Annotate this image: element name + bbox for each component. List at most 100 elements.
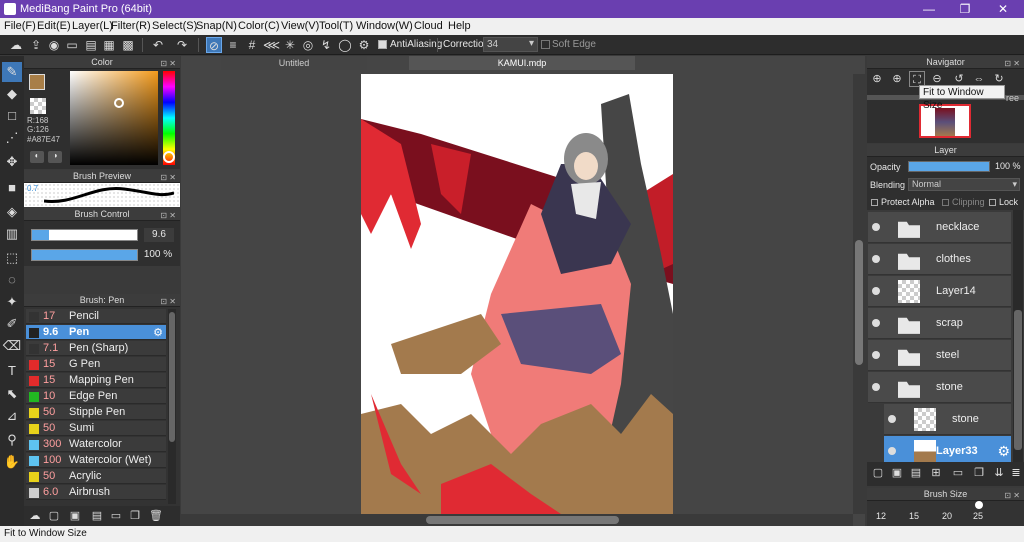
brush-item[interactable]: 50 Sumi bbox=[26, 421, 166, 436]
brush-size-25[interactable]: 25 bbox=[973, 511, 983, 521]
speech-bubble-icon[interactable]: ▭ bbox=[64, 37, 80, 53]
visibility-eye-icon[interactable] bbox=[872, 319, 880, 327]
visibility-eye-icon[interactable] bbox=[872, 383, 880, 391]
grid-snap-icon[interactable]: # bbox=[244, 37, 260, 53]
radial-snap-icon[interactable]: ✳ bbox=[282, 37, 298, 53]
new-brush-icon[interactable]: ▢ bbox=[46, 508, 62, 524]
zoom-in-alt-icon[interactable]: ⊕ bbox=[889, 71, 905, 87]
menu-select[interactable]: Select(S) bbox=[152, 20, 197, 32]
tab-untitled[interactable]: Untitled bbox=[221, 56, 367, 70]
brush-item[interactable]: 10 Edge Pen bbox=[26, 389, 166, 404]
saturation-value-picker[interactable] bbox=[70, 71, 158, 165]
layer-more-icon[interactable]: ≣ bbox=[1008, 465, 1024, 481]
operation-tool-icon[interactable]: ⬉ bbox=[2, 384, 22, 404]
layer-row[interactable]: clothes bbox=[868, 244, 1011, 275]
menu-window[interactable]: Window(W) bbox=[356, 20, 413, 32]
visibility-eye-icon[interactable] bbox=[888, 447, 896, 455]
menu-snap[interactable]: Snap(N) bbox=[196, 20, 237, 32]
layer-row[interactable]: Layer14 bbox=[868, 276, 1011, 307]
tab-kamui[interactable]: KAMUI.mdp bbox=[409, 56, 635, 70]
snap-off-icon[interactable]: ⊘ bbox=[206, 37, 222, 53]
add-brush-icon[interactable]: ▣ bbox=[67, 508, 83, 524]
select-pen-icon[interactable]: ✐ bbox=[2, 314, 22, 334]
document-icon[interactable]: ▤ bbox=[83, 37, 99, 53]
transparent-color-swatch[interactable] bbox=[30, 98, 46, 114]
brush-tool-icon[interactable]: ✎ bbox=[2, 62, 22, 82]
select-eraser-icon[interactable]: ⌫ bbox=[2, 336, 22, 356]
brush-item[interactable]: 100 Watercolor (Wet) bbox=[26, 453, 166, 468]
close-button[interactable]: ✕ bbox=[986, 0, 1020, 18]
zoom-in-icon[interactable]: ⊕ bbox=[869, 71, 885, 87]
brush-item[interactable]: 17 Pencil bbox=[26, 309, 166, 324]
visibility-eye-icon[interactable] bbox=[888, 415, 896, 423]
brush-folder-icon[interactable]: ▭ bbox=[108, 508, 124, 524]
picker-cursor[interactable] bbox=[114, 98, 124, 108]
gear-icon[interactable]: ⚙ bbox=[153, 326, 163, 339]
restore-button[interactable]: ❐ bbox=[948, 0, 982, 18]
brush-size-20[interactable]: 20 bbox=[942, 511, 952, 521]
brush-opacity-value[interactable]: 100 % bbox=[140, 248, 176, 262]
upload-icon[interactable]: ⇪ bbox=[28, 37, 44, 53]
brush-size-value[interactable]: 9.6 bbox=[144, 228, 174, 242]
palette-icon[interactable]: ◐ bbox=[30, 151, 44, 163]
visibility-eye-icon[interactable] bbox=[872, 351, 880, 359]
vertical-scrollbar[interactable] bbox=[853, 74, 865, 514]
parallel-snap-icon[interactable]: ≡ bbox=[225, 37, 241, 53]
move-tool-icon[interactable]: ✥ bbox=[2, 152, 22, 172]
minimize-button[interactable]: — bbox=[912, 0, 946, 18]
horizontal-scrollbar[interactable] bbox=[181, 514, 853, 526]
eyedropper-icon[interactable]: ⚲ bbox=[2, 430, 22, 450]
eraser-tool-icon[interactable]: ◆ bbox=[2, 84, 22, 104]
visibility-eye-icon[interactable] bbox=[872, 223, 880, 231]
menu-tool[interactable]: Tool(T) bbox=[319, 20, 353, 32]
lasso-icon[interactable]: ◌ bbox=[2, 270, 22, 290]
brush-size-12[interactable]: 12 bbox=[876, 511, 886, 521]
brush-size-slider[interactable] bbox=[31, 229, 138, 241]
circle-snap-icon[interactable]: ◎ bbox=[300, 37, 316, 53]
brush-item[interactable]: 300 Watercolor bbox=[26, 437, 166, 452]
text-tool-icon[interactable]: T bbox=[2, 361, 22, 381]
protect-alpha-checkbox[interactable] bbox=[871, 199, 878, 206]
undo-icon[interactable]: ↶ bbox=[150, 37, 166, 53]
menu-help[interactable]: Help bbox=[448, 20, 471, 32]
layer-row[interactable]: stone bbox=[868, 372, 1011, 403]
divide-tool-icon[interactable]: ⊿ bbox=[2, 406, 22, 426]
settings-icon[interactable]: ⚙ bbox=[356, 37, 372, 53]
ellipse-snap-icon[interactable]: ◯ bbox=[337, 37, 353, 53]
layer-scrollbar[interactable] bbox=[1013, 210, 1023, 462]
perspective-snap-icon[interactable]: ⋘ bbox=[263, 37, 280, 53]
bucket-tool-icon[interactable]: ◈ bbox=[2, 202, 22, 222]
eyedrop-small-icon[interactable]: ◑ bbox=[48, 151, 62, 163]
primary-color-swatch[interactable] bbox=[29, 74, 45, 90]
layer-image-icon[interactable]: ▤ bbox=[908, 465, 924, 481]
brush-item[interactable]: 15 Mapping Pen bbox=[26, 373, 166, 388]
comment-icon[interactable]: ◉ bbox=[46, 37, 62, 53]
menu-layer[interactable]: Layer(L) bbox=[72, 20, 113, 32]
visibility-eye-icon[interactable] bbox=[872, 255, 880, 263]
menu-filter[interactable]: Filter(R) bbox=[111, 20, 151, 32]
brush-item[interactable]: 15 G Pen bbox=[26, 357, 166, 372]
menu-view[interactable]: View(V) bbox=[281, 20, 319, 32]
hand-tool-icon[interactable]: ✋ bbox=[2, 452, 22, 472]
layer-add-menu-icon[interactable]: ⊞ bbox=[928, 465, 944, 481]
select-rect-icon[interactable]: ⬚ bbox=[2, 248, 22, 268]
brush-item[interactable]: 50 Stipple Pen bbox=[26, 405, 166, 420]
layer-row[interactable]: necklace bbox=[868, 212, 1011, 243]
brush-item[interactable]: 9.6 Pen ⚙ bbox=[26, 325, 166, 340]
clipping-checkbox[interactable] bbox=[942, 199, 949, 206]
layer-row[interactable]: scrap bbox=[868, 308, 1011, 339]
correction-select[interactable]: 34 ▾ bbox=[483, 37, 538, 52]
brush-settings-icon[interactable]: ▤ bbox=[89, 508, 105, 524]
visibility-eye-icon[interactable] bbox=[872, 287, 880, 295]
curve-snap-icon[interactable]: ↯ bbox=[318, 37, 334, 53]
duplicate-brush-icon[interactable]: ❐ bbox=[127, 508, 143, 524]
brush-item[interactable]: 7.1 Pen (Sharp) bbox=[26, 341, 166, 356]
drawing-canvas[interactable] bbox=[361, 74, 673, 514]
menu-edit[interactable]: Edit(E) bbox=[37, 20, 71, 32]
magic-wand-icon[interactable]: ✦ bbox=[2, 292, 22, 312]
brush-list-scrollbar[interactable] bbox=[168, 309, 176, 504]
brush-opacity-slider[interactable] bbox=[31, 249, 138, 261]
duplicate-layer-icon[interactable]: ❐ bbox=[971, 465, 987, 481]
gear-icon[interactable]: ⚙ bbox=[997, 443, 1010, 460]
layer-opacity-slider[interactable] bbox=[908, 161, 990, 172]
